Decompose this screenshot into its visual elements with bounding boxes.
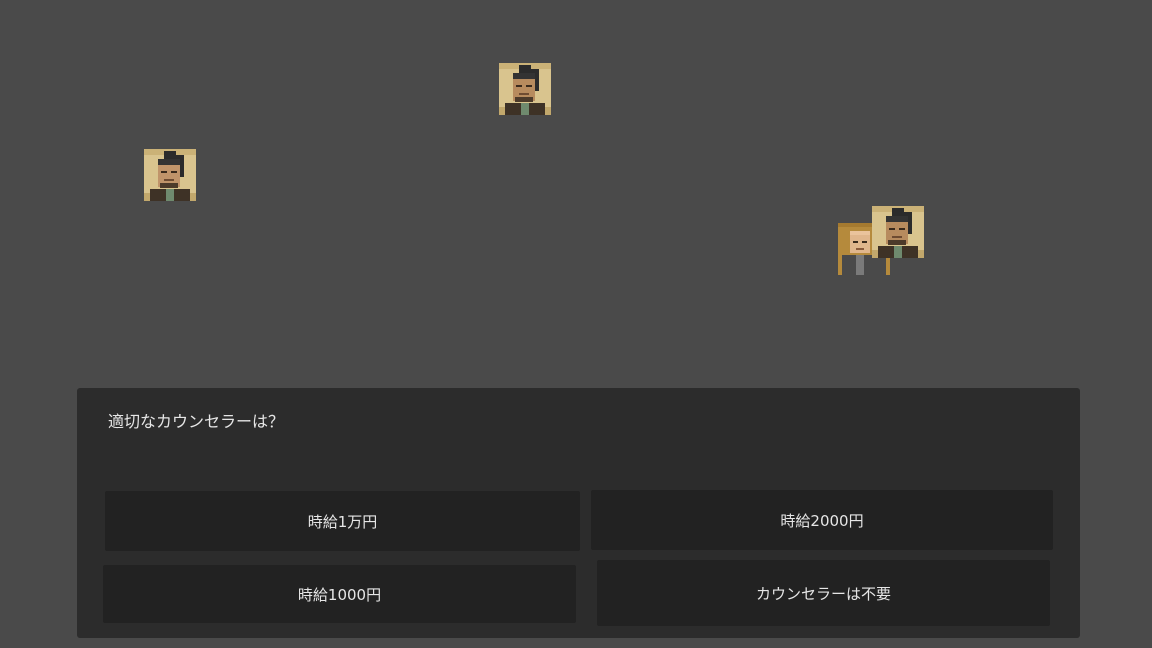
choice-button-4[interactable]: カウンセラーは不要 (597, 560, 1050, 626)
choice-dialog: 適切なカウンセラーは？ 時給1万円 時給2000円 時給1000円 カウンセラー… (77, 388, 1080, 638)
courtier-portrait-left[interactable] (144, 149, 196, 201)
courtier-icon (499, 63, 551, 115)
choice-button-3[interactable]: 時給1000円 (103, 565, 576, 623)
game-stage: 適切なカウンセラーは？ 時給1万円 時給2000円 時給1000円 カウンセラー… (0, 0, 1152, 648)
courtier-portrait-right[interactable] (872, 206, 924, 258)
courtier-icon (144, 149, 196, 201)
courtier-icon (872, 206, 924, 258)
courtier-portrait-top[interactable] (499, 63, 551, 115)
choice-button-1[interactable]: 時給1万円 (105, 491, 580, 551)
choice-button-2[interactable]: 時給2000円 (591, 490, 1053, 550)
question-text: 適切なカウンセラーは？ (108, 412, 285, 431)
